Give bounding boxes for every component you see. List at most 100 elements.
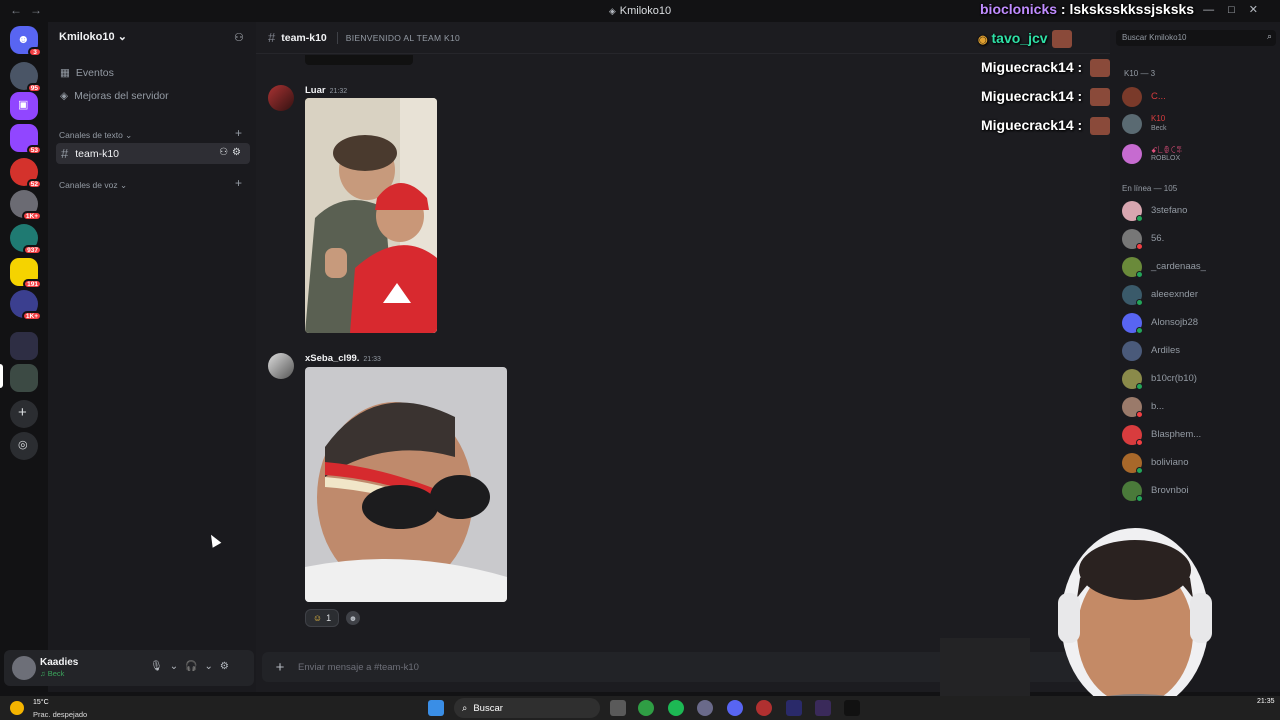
- add-reaction-button[interactable]: ☻: [346, 611, 360, 625]
- app-icon[interactable]: [844, 700, 860, 716]
- add-text-channel-button[interactable]: +: [235, 126, 242, 140]
- message-author[interactable]: Luar 21:32: [305, 85, 347, 96]
- message-avatar[interactable]: [268, 353, 294, 379]
- member-item[interactable]: aleeexnder: [1122, 284, 1277, 306]
- taskbar-search[interactable]: ⌕ Buscar: [454, 698, 600, 718]
- server-badge: 53: [26, 145, 42, 155]
- compass-icon: ◎: [18, 439, 28, 451]
- author-name: xSeba_cl99.: [305, 353, 360, 364]
- twitch-icon: ▣: [18, 99, 29, 111]
- member-avatar: [1122, 341, 1142, 361]
- premiere-icon[interactable]: [786, 700, 802, 716]
- server-boost-item[interactable]: ◈ Mejoras del servidor: [60, 90, 169, 102]
- reaction-laugh[interactable]: ☺ 1: [305, 609, 339, 627]
- message-image-selfie[interactable]: [305, 367, 507, 602]
- overlay-badge-icon: ◉: [978, 34, 988, 46]
- voice-channels-category[interactable]: Canales de voz ⌄: [59, 180, 127, 191]
- server-icon-purple[interactable]: 1K+: [10, 290, 42, 321]
- home-discord-button[interactable]: ☻ 3: [10, 26, 42, 57]
- app-icon[interactable]: [697, 700, 713, 716]
- overlay-chat-line: Miguecrack14 :: [981, 59, 1111, 78]
- add-server-button[interactable]: +: [10, 400, 38, 428]
- server-icon-yellow[interactable]: 191: [10, 258, 42, 289]
- server-search-input[interactable]: Buscar Kmiloko10 ⌕: [1116, 30, 1276, 46]
- add-voice-channel-button[interactable]: +: [235, 176, 242, 190]
- message-timestamp: 21:32: [329, 88, 348, 95]
- member-item[interactable]: Ardiles: [1122, 340, 1277, 362]
- task-view-icon[interactable]: [610, 700, 626, 716]
- message-author[interactable]: xSeba_cl99. 21:33: [305, 353, 381, 364]
- member-item[interactable]: K10 Beck: [1122, 113, 1277, 135]
- calendar-icon: ▦: [60, 67, 70, 79]
- photo-two-people: [305, 98, 437, 333]
- hash-icon: #: [61, 146, 69, 161]
- chrome-icon[interactable]: [638, 700, 654, 716]
- window-controls[interactable]: —□✕: [1203, 3, 1272, 16]
- mouse-cursor: [206, 532, 222, 548]
- role-group-header: K10 — 3: [1124, 69, 1156, 78]
- member-item[interactable]: C...: [1122, 86, 1277, 108]
- channel-team-k10[interactable]: # team-k10 ⚇⚙: [56, 143, 250, 164]
- server-icon-twitch-2[interactable]: 53: [10, 124, 42, 155]
- member-item[interactable]: b10cr(b10): [1122, 368, 1277, 390]
- screen: ←→ ◈ Kmiloko10 —□✕ ☻ 3 95 ▣ 53 52 1K+ 93…: [0, 0, 1280, 720]
- server-name-dropdown[interactable]: Kmiloko10 ⌄: [59, 30, 127, 43]
- discord-icon: ☻: [17, 32, 30, 46]
- user-panel: Kaadies ♫ Beck 🎙⌄🎧⌄⚙: [4, 650, 254, 686]
- member-item[interactable]: ꗃ꒒ꂦꉔꁄ ROBLOX: [1122, 143, 1277, 165]
- member-name: Brovnboi: [1151, 485, 1189, 496]
- server-folder[interactable]: [10, 332, 38, 360]
- channel-label: team-k10: [75, 147, 120, 160]
- server-icon-kmiloko10[interactable]: [10, 364, 38, 392]
- server-icon-teal[interactable]: 937: [10, 224, 42, 255]
- weather-sun-icon: [10, 701, 24, 715]
- server-badge: 1K+: [21, 211, 42, 221]
- laughing-emoji-icon: ☺: [312, 613, 323, 623]
- overlay-text: lsksksskkssjsksks: [1069, 1, 1195, 17]
- member-name: Blasphem...: [1151, 429, 1202, 440]
- windows-start-icon[interactable]: [428, 700, 444, 716]
- back-forward-icons[interactable]: ←→: [10, 3, 50, 17]
- invite-people-icon[interactable]: ⚇: [234, 31, 244, 44]
- member-status: Beck: [1151, 125, 1167, 132]
- user-avatar[interactable]: [12, 656, 36, 680]
- member-item[interactable]: Brovnboi: [1122, 480, 1277, 502]
- attach-plus-icon[interactable]: +: [262, 659, 298, 676]
- member-item[interactable]: 3stefano: [1122, 200, 1277, 222]
- online-status-dot: [1136, 467, 1143, 474]
- online-status-dot: [1136, 383, 1143, 390]
- member-item[interactable]: 56.: [1122, 228, 1277, 250]
- server-icon-group[interactable]: 1K+: [10, 190, 42, 221]
- streamer-webcam: [940, 508, 1270, 720]
- overlay-chat-line: Miguecrack14 :: [981, 117, 1111, 136]
- member-name: b10cr(b10): [1151, 373, 1197, 384]
- member-item[interactable]: b...: [1122, 396, 1277, 418]
- server-icon-1[interactable]: 95: [10, 62, 42, 93]
- server-icon-red[interactable]: 52: [10, 158, 42, 189]
- member-item[interactable]: _cardenaas_: [1122, 256, 1277, 278]
- app-icon[interactable]: [815, 700, 831, 716]
- spotify-icon[interactable]: [668, 700, 684, 716]
- search-icon: ⌕: [462, 702, 468, 714]
- events-item[interactable]: ▦ Eventos: [60, 67, 114, 79]
- online-status-dot: [1136, 495, 1143, 502]
- member-item[interactable]: boliviano: [1122, 452, 1277, 474]
- reaction-count: 1: [326, 613, 332, 623]
- user-controls[interactable]: 🎙⌄🎧⌄⚙: [150, 661, 236, 672]
- message-image-photo[interactable]: [305, 98, 437, 333]
- server-icon-twitch[interactable]: ▣: [10, 92, 38, 120]
- text-channels-category[interactable]: Canales de texto ⌄: [59, 130, 132, 141]
- message-avatar[interactable]: [268, 85, 294, 111]
- online-status-dot: [1136, 215, 1143, 222]
- discover-button[interactable]: ◎: [10, 432, 38, 460]
- member-item[interactable]: Blasphem...: [1122, 424, 1277, 446]
- app-icon[interactable]: [756, 700, 772, 716]
- active-server-indicator: [0, 364, 3, 388]
- channel-settings-icons[interactable]: ⚇⚙: [219, 147, 245, 158]
- overlay-chat-line: ◉ tavo_jcv: [978, 30, 1072, 49]
- member-name: K10: [1151, 114, 1166, 123]
- member-item[interactable]: Alonsojb28: [1122, 312, 1277, 334]
- emote-icon: [1090, 117, 1111, 136]
- composer-placeholder: Enviar mensaje a #team-k10: [298, 661, 419, 673]
- discord-taskbar-icon[interactable]: [727, 700, 743, 716]
